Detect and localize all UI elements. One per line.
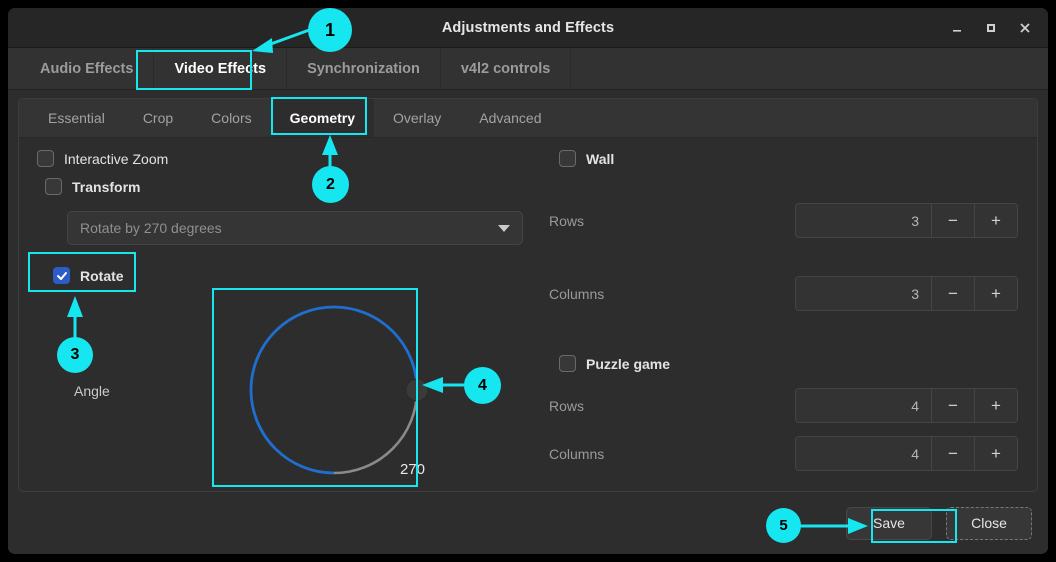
annotation-badge-5: 5 [766, 508, 801, 543]
annotation-badge-3: 3 [57, 337, 93, 373]
annotation-badge-1: 1 [308, 8, 352, 52]
annotation-badge-4: 4 [464, 367, 501, 404]
annotation-badge-2: 2 [312, 166, 349, 203]
arrow-5 [0, 0, 1056, 562]
